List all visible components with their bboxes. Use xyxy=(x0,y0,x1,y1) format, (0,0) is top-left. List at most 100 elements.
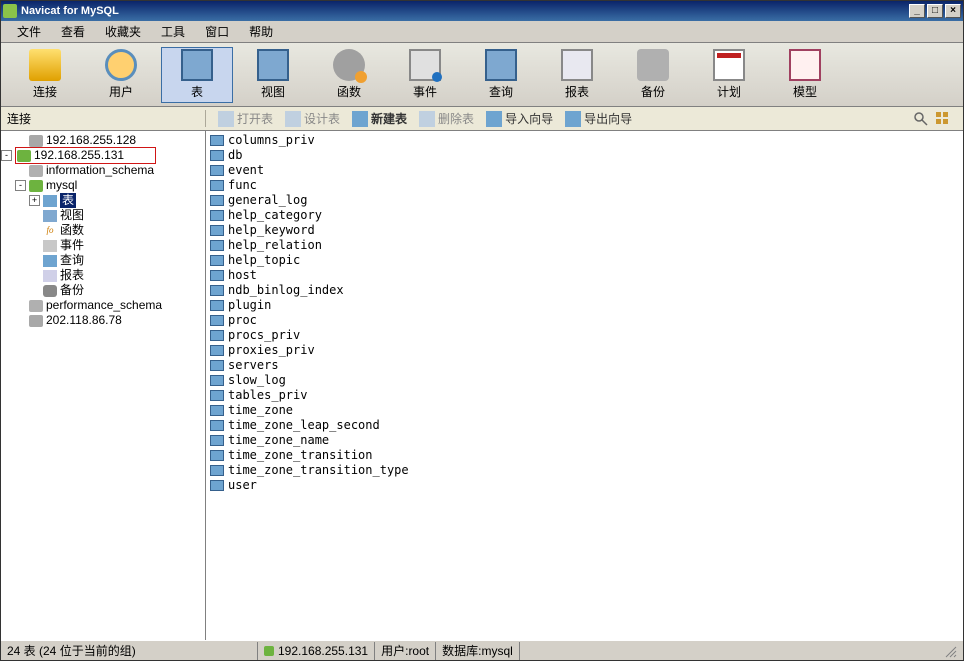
table-name: servers xyxy=(228,358,279,373)
table-row[interactable]: general_log xyxy=(210,193,959,208)
toolbar-table[interactable]: 表 xyxy=(161,47,233,103)
table-row[interactable]: time_zone_transition_type xyxy=(210,463,959,478)
toolbar-event[interactable]: 事件 xyxy=(389,47,461,103)
queries-icon xyxy=(43,255,57,267)
subbar-export[interactable]: 导出向导 xyxy=(559,110,638,127)
table-row[interactable]: event xyxy=(210,163,959,178)
toolbar-plan[interactable]: 计划 xyxy=(693,47,765,103)
subbar-new-table[interactable]: 新建表 xyxy=(346,110,413,127)
tree-database[interactable]: -mysql xyxy=(1,178,205,193)
tree-views[interactable]: 视图 xyxy=(1,208,205,223)
table-row[interactable]: help_category xyxy=(210,208,959,223)
menu-help[interactable]: 帮助 xyxy=(239,21,283,42)
tree-connection[interactable]: 192.168.255.128 xyxy=(1,133,205,148)
views-icon xyxy=(43,210,57,222)
menu-favorites[interactable]: 收藏夹 xyxy=(95,21,151,42)
menu-view[interactable]: 查看 xyxy=(51,21,95,42)
toolbar-function[interactable]: 函数 xyxy=(313,47,385,103)
tables-icon xyxy=(43,195,57,207)
backup-icon xyxy=(637,49,669,81)
function-icon xyxy=(333,49,365,81)
menu-file[interactable]: 文件 xyxy=(7,21,51,42)
toolbar-model[interactable]: 模型 xyxy=(769,47,841,103)
table-row[interactable]: columns_priv xyxy=(210,133,959,148)
toolbar-view[interactable]: 视图 xyxy=(237,47,309,103)
table-icon xyxy=(210,330,224,341)
tree-events[interactable]: 事件 xyxy=(1,238,205,253)
table-row[interactable]: ndb_binlog_index xyxy=(210,283,959,298)
table-row[interactable]: func xyxy=(210,178,959,193)
toolbar-query[interactable]: 查询 xyxy=(465,47,537,103)
tree-backups[interactable]: 备份 xyxy=(1,283,205,298)
sub-toolbar: 连接 打开表 设计表 新建表 删除表 导入向导 导出向导 xyxy=(1,107,963,131)
table-row[interactable]: time_zone_transition xyxy=(210,448,959,463)
tree-tables[interactable]: +表 xyxy=(1,193,205,208)
table-icon xyxy=(210,405,224,416)
table-row[interactable]: user xyxy=(210,478,959,493)
menu-tools[interactable]: 工具 xyxy=(151,21,195,42)
title-bar: Navicat for MySQL _ □ × xyxy=(1,1,963,21)
view-icon xyxy=(257,49,289,81)
table-icon xyxy=(210,285,224,296)
toolbar-user[interactable]: 用户 xyxy=(85,47,157,103)
table-row[interactable]: plugin xyxy=(210,298,959,313)
table-row[interactable]: time_zone_leap_second xyxy=(210,418,959,433)
toolbar-backup[interactable]: 备份 xyxy=(617,47,689,103)
table-name: help_category xyxy=(228,208,322,223)
table-name: general_log xyxy=(228,193,307,208)
menu-window[interactable]: 窗口 xyxy=(195,21,239,42)
table-row[interactable]: procs_priv xyxy=(210,328,959,343)
table-row[interactable]: time_zone xyxy=(210,403,959,418)
table-row[interactable]: servers xyxy=(210,358,959,373)
table-icon xyxy=(210,150,224,161)
expander-icon[interactable]: + xyxy=(29,195,40,206)
open-table-icon xyxy=(218,111,234,127)
toolbar-report[interactable]: 报表 xyxy=(541,47,613,103)
table-icon xyxy=(210,255,224,266)
minimize-button[interactable]: _ xyxy=(909,4,925,18)
toolbar-connection[interactable]: 连接 xyxy=(9,47,81,103)
table-list[interactable]: columns_privdbeventfuncgeneral_loghelp_c… xyxy=(206,131,963,640)
expander-icon[interactable]: - xyxy=(15,180,26,191)
tree-connection[interactable]: -192.168.255.131 xyxy=(1,148,205,163)
table-icon xyxy=(210,270,224,281)
tree-connection[interactable]: 202.118.86.78 xyxy=(1,313,205,328)
table-row[interactable]: tables_priv xyxy=(210,388,959,403)
close-button[interactable]: × xyxy=(945,4,961,18)
tree-database[interactable]: performance_schema xyxy=(1,298,205,313)
table-row[interactable]: slow_log xyxy=(210,373,959,388)
tree-database[interactable]: information_schema xyxy=(1,163,205,178)
table-name: user xyxy=(228,478,257,493)
table-row[interactable]: help_topic xyxy=(210,253,959,268)
table-name: procs_priv xyxy=(228,328,300,343)
subbar-design-table[interactable]: 设计表 xyxy=(279,110,346,127)
table-row[interactable]: db xyxy=(210,148,959,163)
status-user: 用户: root xyxy=(375,642,436,660)
table-name: time_zone_transition_type xyxy=(228,463,409,478)
expander-icon[interactable]: - xyxy=(1,150,12,161)
table-row[interactable]: help_keyword xyxy=(210,223,959,238)
search-icon[interactable] xyxy=(913,111,929,127)
table-row[interactable]: help_relation xyxy=(210,238,959,253)
tree-queries[interactable]: 查询 xyxy=(1,253,205,268)
subbar-open-table[interactable]: 打开表 xyxy=(212,110,279,127)
table-row[interactable]: time_zone_name xyxy=(210,433,959,448)
table-row[interactable]: proxies_priv xyxy=(210,343,959,358)
connection-tree[interactable]: 192.168.255.128 -192.168.255.131 informa… xyxy=(1,131,206,640)
table-icon xyxy=(210,465,224,476)
left-panel-header: 连接 xyxy=(1,110,206,127)
database-icon xyxy=(29,300,43,312)
grid-view-icon[interactable] xyxy=(935,111,951,127)
table-row[interactable]: proc xyxy=(210,313,959,328)
tree-reports[interactable]: 报表 xyxy=(1,268,205,283)
table-name: help_keyword xyxy=(228,223,315,238)
table-row[interactable]: host xyxy=(210,268,959,283)
subbar-import[interactable]: 导入向导 xyxy=(480,110,559,127)
tree-functions[interactable]: 函数 xyxy=(1,223,205,238)
maximize-button[interactable]: □ xyxy=(927,4,943,18)
query-icon xyxy=(485,49,517,81)
table-name: ndb_binlog_index xyxy=(228,283,344,298)
resize-grip[interactable] xyxy=(937,642,963,660)
table-name: func xyxy=(228,178,257,193)
subbar-delete-table[interactable]: 删除表 xyxy=(413,110,480,127)
